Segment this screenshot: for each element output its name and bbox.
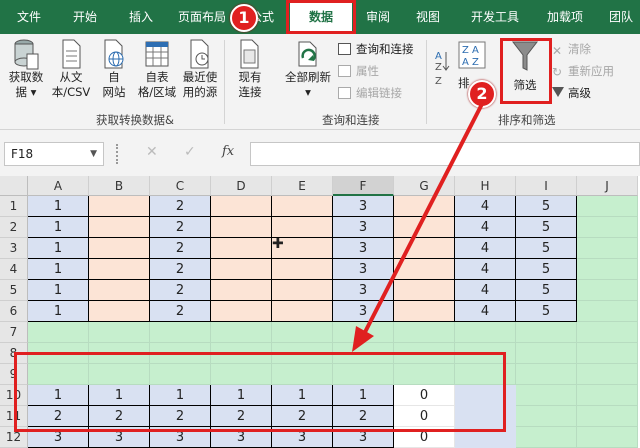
cell-a12[interactable]: 3 xyxy=(28,427,89,448)
cell-d12[interactable]: 3 xyxy=(211,427,272,448)
cell-cursor-icon: ✚ xyxy=(272,236,284,252)
cell-c12[interactable]: 3 xyxy=(150,427,211,448)
cell-j12[interactable] xyxy=(577,427,638,448)
cell-f12[interactable]: 3 xyxy=(333,427,394,448)
annotation-arrow xyxy=(352,103,484,352)
row-header-12[interactable]: 12 xyxy=(0,427,28,448)
cell-b12[interactable]: 3 xyxy=(89,427,150,448)
cell-e12[interactable]: 3 xyxy=(272,427,333,448)
cell-g12[interactable]: 0 xyxy=(394,427,455,448)
cell-h12[interactable] xyxy=(455,427,516,448)
cell-i12[interactable] xyxy=(516,427,577,448)
